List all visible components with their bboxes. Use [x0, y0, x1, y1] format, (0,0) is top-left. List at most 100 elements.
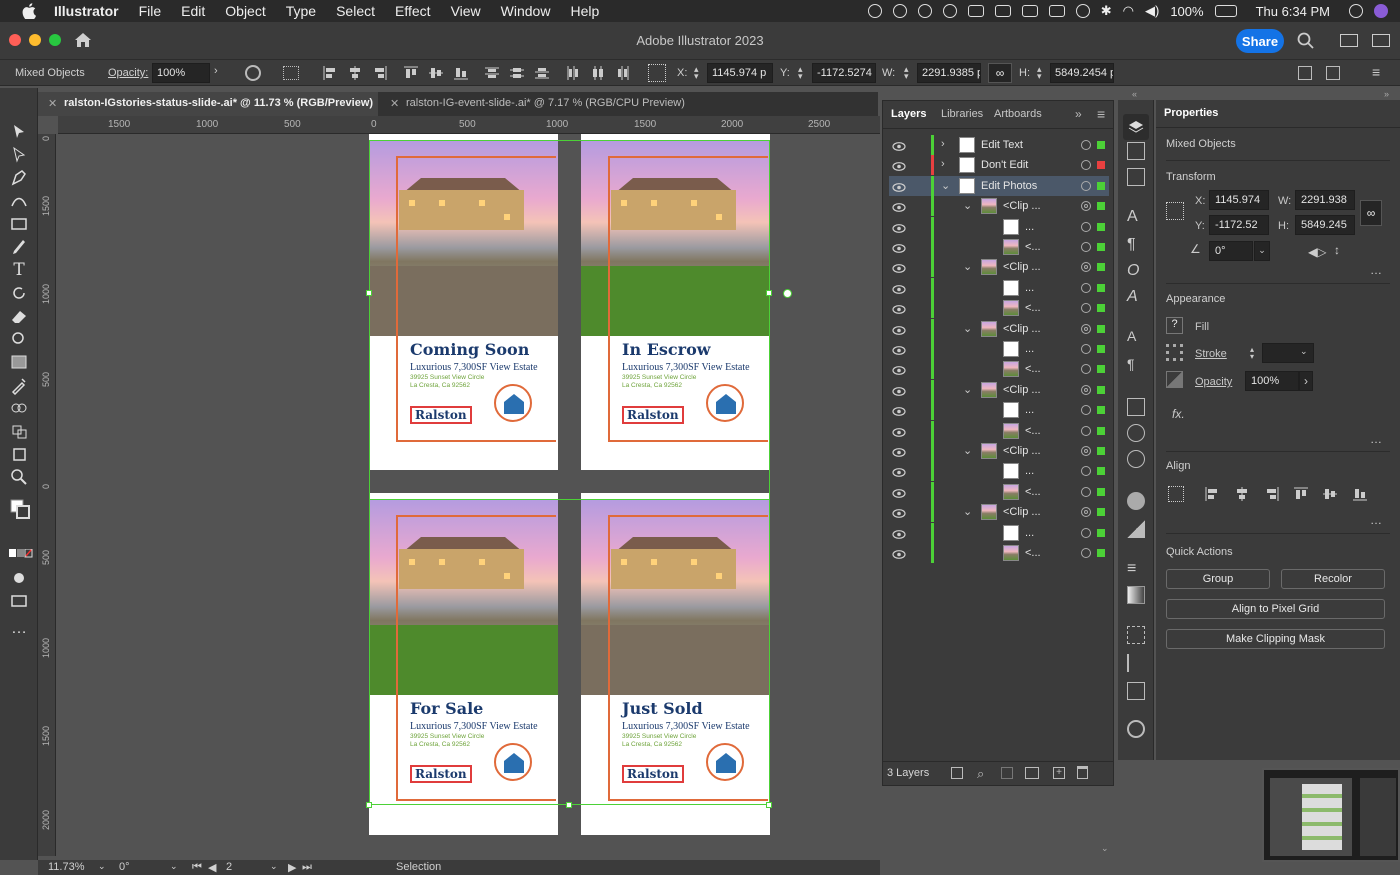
paintbrush-tool-icon[interactable]: [9, 237, 29, 257]
make-clipping-mask-icon[interactable]: [1001, 767, 1013, 779]
collapse-panel-icon[interactable]: »: [1075, 107, 1082, 121]
app-status-icon[interactable]: [967, 5, 984, 17]
layer-name[interactable]: <Clip ...: [1003, 445, 1041, 457]
menu-window[interactable]: Window: [501, 3, 551, 19]
artboards-panel-icon[interactable]: [1127, 168, 1145, 186]
visibility-eye-icon[interactable]: [892, 140, 906, 151]
layer-row[interactable]: ⌄ <Clip ...: [889, 196, 1109, 217]
opacity-label[interactable]: Opacity: [1195, 376, 1232, 388]
chevron-down-icon[interactable]: ⌄: [963, 260, 972, 273]
make-clipping-mask-button[interactable]: Make Clipping Mask: [1166, 629, 1385, 649]
visibility-eye-icon[interactable]: [892, 160, 906, 172]
visibility-eye-icon[interactable]: [892, 507, 906, 519]
gradient-panel-icon[interactable]: [1127, 586, 1145, 604]
recolor-button[interactable]: Recolor: [1281, 569, 1385, 589]
chevron-down-icon[interactable]: ⌄: [963, 444, 972, 457]
align-right-icon[interactable]: [372, 65, 388, 81]
menu-app-name[interactable]: Illustrator: [54, 3, 119, 19]
layer-row[interactable]: ...: [889, 216, 1109, 237]
zoom-level[interactable]: 11.73%: [48, 861, 85, 873]
x-stepper-icon[interactable]: ▴ ▾: [694, 65, 699, 81]
display-icon[interactable]: [994, 5, 1011, 17]
target-circle-icon[interactable]: [1081, 507, 1091, 518]
chevron-down-icon[interactable]: ⌄: [270, 861, 278, 872]
align-hcenter-icon[interactable]: [1234, 486, 1250, 502]
menu-effect[interactable]: Effect: [395, 3, 431, 19]
visibility-eye-icon[interactable]: [892, 528, 906, 539]
tab-artboards[interactable]: Artboards: [994, 108, 1042, 120]
layer-name[interactable]: <...: [1025, 241, 1041, 253]
layer-name[interactable]: Edit Photos: [981, 180, 1037, 192]
direct-selection-tool-icon[interactable]: [9, 145, 29, 165]
h-field[interactable]: 5849.2454 p: [1050, 63, 1114, 83]
layer-name[interactable]: <...: [1025, 302, 1041, 314]
new-layer-icon[interactable]: +: [1053, 767, 1065, 779]
layer-row[interactable]: ...: [889, 522, 1109, 543]
rectangle-tool-icon[interactable]: [9, 214, 29, 234]
battery-icon[interactable]: [1214, 5, 1237, 17]
reference-point-icon[interactable]: [648, 64, 666, 82]
siri-icon[interactable]: [1374, 4, 1388, 18]
h-field[interactable]: 5849.245: [1295, 215, 1355, 235]
layers-panel-icon[interactable]: [1123, 114, 1149, 140]
distribute-hcenter-icon[interactable]: [590, 65, 606, 81]
align-left-icon[interactable]: [322, 65, 338, 81]
layer-name[interactable]: <...: [1025, 486, 1041, 498]
cloud-icon[interactable]: [917, 4, 932, 18]
target-circle-icon[interactable]: [1081, 180, 1091, 191]
selection-handle[interactable]: [766, 802, 772, 808]
symbols-panel-icon[interactable]: [1127, 450, 1145, 468]
type-tool-icon[interactable]: T: [9, 260, 29, 280]
layer-name[interactable]: ...: [1025, 343, 1034, 355]
constrain-proportions-icon[interactable]: ∞: [1360, 200, 1382, 226]
switch-workspace-icon[interactable]: [1326, 66, 1340, 80]
layer-row[interactable]: ⌄ <Clip ...: [889, 502, 1109, 523]
layer-row[interactable]: ...: [889, 339, 1109, 359]
target-circle-icon[interactable]: [1081, 221, 1091, 232]
chevron-right-icon[interactable]: ›: [1299, 371, 1313, 391]
character-styles-icon[interactable]: A: [1127, 328, 1145, 346]
eyedropper-tool-icon[interactable]: [9, 375, 29, 396]
visibility-eye-icon[interactable]: [892, 405, 906, 417]
layer-name[interactable]: Don't Edit: [981, 159, 1028, 171]
navigator-panel-icon[interactable]: [1127, 720, 1145, 738]
align-vcenter-icon[interactable]: [1322, 486, 1338, 502]
creative-cloud-icon[interactable]: [867, 4, 882, 18]
layer-name[interactable]: <Clip ...: [1003, 384, 1041, 396]
lightning-icon[interactable]: [1048, 5, 1065, 17]
visibility-eye-icon[interactable]: [892, 324, 906, 335]
distribute-right-icon[interactable]: [615, 65, 631, 81]
stroke-panel-icon[interactable]: ≡: [1127, 560, 1145, 578]
visibility-eye-icon[interactable]: [892, 201, 906, 213]
menubar-clock[interactable]: Thu 6:34 PM: [1256, 4, 1330, 19]
selection-bounding-box[interactable]: [369, 140, 770, 805]
libraries-panel-icon[interactable]: [1127, 142, 1145, 160]
swatches-panel-icon[interactable]: [1127, 398, 1145, 416]
chevron-right-icon[interactable]: ›: [941, 138, 945, 150]
rotate-tool-icon[interactable]: [9, 283, 29, 303]
trash-icon[interactable]: [1077, 766, 1088, 779]
menu-view[interactable]: View: [451, 3, 481, 19]
wifi-icon[interactable]: ◠: [1123, 3, 1134, 19]
opentype-panel-icon[interactable]: O: [1127, 262, 1145, 280]
target-circle-icon[interactable]: [1081, 384, 1091, 395]
align-panel-icon[interactable]: [1127, 654, 1145, 672]
volume-icon[interactable]: ◀): [1145, 3, 1159, 19]
reference-point-icon[interactable]: [1166, 202, 1184, 220]
layer-row[interactable]: <...: [889, 543, 1109, 563]
visibility-eye-icon[interactable]: [892, 487, 906, 498]
first-artboard-icon[interactable]: ⏮: [192, 861, 202, 874]
align-to-icon[interactable]: [283, 66, 299, 80]
align-right-icon[interactable]: [1264, 486, 1280, 502]
menu-select[interactable]: Select: [336, 3, 375, 19]
cast-icon[interactable]: [1021, 5, 1038, 17]
menu-file[interactable]: File: [139, 3, 162, 19]
fill-stroke-swatch-icon[interactable]: [9, 498, 30, 519]
blend-tool-icon[interactable]: [9, 398, 29, 418]
arrange-documents-icon[interactable]: [1298, 66, 1312, 80]
more-options-icon[interactable]: …: [1370, 432, 1382, 446]
visibility-eye-icon[interactable]: [892, 303, 906, 315]
align-bottom-icon[interactable]: [453, 65, 469, 81]
chevron-right-icon[interactable]: ›: [214, 65, 218, 77]
cloud-icon[interactable]: [942, 4, 957, 18]
